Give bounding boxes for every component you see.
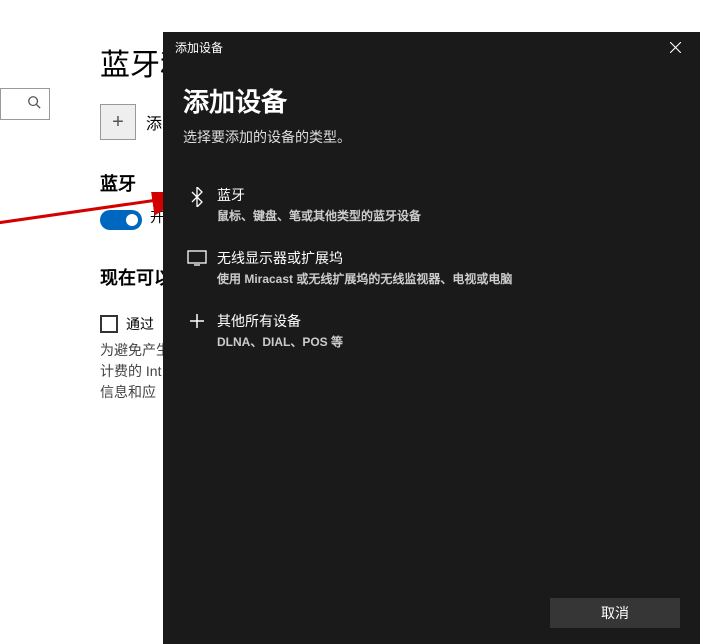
cancel-button[interactable]: 取消 bbox=[550, 598, 680, 628]
close-button[interactable] bbox=[654, 33, 696, 61]
option-desc: 使用 Miracast 或无线扩展坞的无线监视器、电视或电脑 bbox=[217, 270, 680, 287]
toggle-label: 开 bbox=[150, 207, 164, 227]
dialog-heading: 添加设备 bbox=[183, 82, 680, 119]
dialog-titlebar: 添加设备 bbox=[163, 32, 700, 62]
option-title: 蓝牙 bbox=[217, 185, 680, 205]
add-label: 添 bbox=[146, 110, 162, 134]
option-desc: DLNA、DIAL、POS 等 bbox=[217, 333, 680, 350]
dialog-footer: 取消 bbox=[163, 588, 700, 644]
dialog-subtitle: 选择要添加的设备的类型。 bbox=[183, 127, 680, 147]
checkbox-label: 通过 bbox=[126, 314, 154, 334]
plus-icon: + bbox=[100, 104, 136, 140]
checkbox-icon bbox=[100, 315, 118, 333]
option-title: 无线显示器或扩展坞 bbox=[217, 248, 680, 268]
option-title: 其他所有设备 bbox=[217, 311, 680, 331]
close-icon bbox=[670, 42, 681, 53]
add-device-dialog: 添加设备 添加设备 选择要添加的设备的类型。 蓝牙 鼠标、键盘、笔或其他类型的蓝… bbox=[163, 32, 700, 644]
search-icon bbox=[27, 95, 41, 114]
bluetooth-toggle[interactable] bbox=[100, 210, 142, 230]
display-icon bbox=[183, 250, 211, 266]
plus-icon bbox=[183, 313, 211, 329]
bluetooth-icon bbox=[183, 187, 211, 207]
option-desc: 鼠标、键盘、笔或其他类型的蓝牙设备 bbox=[217, 207, 680, 224]
option-bluetooth[interactable]: 蓝牙 鼠标、键盘、笔或其他类型的蓝牙设备 bbox=[183, 179, 680, 242]
dialog-body: 添加设备 选择要添加的设备的类型。 蓝牙 鼠标、键盘、笔或其他类型的蓝牙设备 无… bbox=[163, 62, 700, 588]
dialog-title: 添加设备 bbox=[175, 39, 223, 56]
option-other-devices[interactable]: 其他所有设备 DLNA、DIAL、POS 等 bbox=[183, 305, 680, 368]
search-input[interactable] bbox=[0, 88, 50, 120]
option-wireless-display[interactable]: 无线显示器或扩展坞 使用 Miracast 或无线扩展坞的无线监视器、电视或电脑 bbox=[183, 242, 680, 305]
